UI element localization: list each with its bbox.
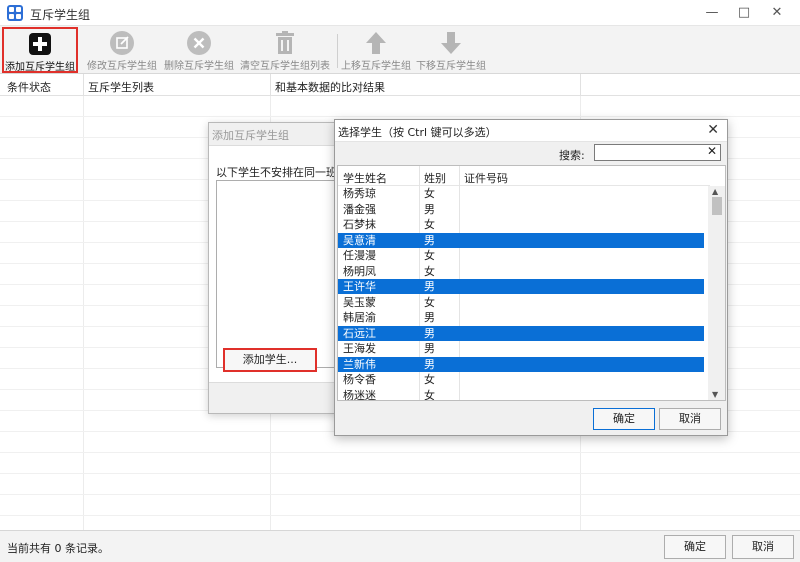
app-icon <box>7 5 23 21</box>
student-gender: 男 <box>424 280 435 293</box>
student-name: 王许华 <box>343 280 376 293</box>
student-row[interactable]: 吴玉蒙 女 <box>338 295 704 310</box>
scroll-thumb[interactable] <box>712 197 722 215</box>
student-gender: 男 <box>424 233 435 247</box>
edit-group-button[interactable]: 修改互斥学生组 <box>84 28 160 72</box>
column-header-gender[interactable]: 姓别 <box>424 170 446 186</box>
arrow-up-icon <box>366 32 386 54</box>
list-scrollbar[interactable]: ▲ ▼ <box>708 186 725 400</box>
maximize-icon[interactable]: □ <box>732 3 756 23</box>
student-row[interactable]: 兰新伟 男 <box>338 356 704 372</box>
column-header-status[interactable]: 条件状态 <box>7 79 51 95</box>
delete-group-button[interactable]: 删除互斥学生组 <box>161 28 237 72</box>
select-student-dialog: 选择学生（按 Ctrl 键可以多选） ✕ 搜索: ✕ 学生姓名 姓别 证件号码 … <box>334 119 728 436</box>
main-cancel-button[interactable]: 取消 <box>732 535 794 559</box>
group-rule-label: 以下学生不安排在同一班级 <box>216 166 348 179</box>
dialog-cancel-button[interactable]: 取消 <box>659 408 721 430</box>
move-down-button[interactable]: 下移互斥学生组 <box>415 28 487 72</box>
window-title: 互斥学生组 <box>30 8 91 22</box>
column-divider <box>580 74 581 96</box>
column-divider <box>270 74 271 96</box>
student-name: 石梦抹 <box>343 218 376 231</box>
student-gender: 女 <box>424 373 435 386</box>
student-gender: 女 <box>424 187 435 200</box>
student-name: 任漫漫 <box>343 249 376 262</box>
add-group-dialog: 添加互斥学生组 以下学生不安排在同一班级 添加学生... <box>208 122 348 414</box>
student-name: 石远江 <box>343 326 376 340</box>
student-name: 杨令香 <box>343 373 376 386</box>
student-row[interactable]: 杨迷迷 女 <box>338 388 704 401</box>
arrow-down-icon <box>441 32 461 54</box>
add-group-dialog-title: 添加互斥学生组 <box>212 129 289 142</box>
student-row[interactable]: 杨令香 女 <box>338 372 704 387</box>
title-bar: 互斥学生组 — □ ✕ <box>0 0 800 26</box>
column-header-id[interactable]: 证件号码 <box>464 170 508 186</box>
selected-students-list[interactable] <box>216 180 340 368</box>
student-row[interactable]: 王许华 男 <box>338 279 704 294</box>
toolbar-separator <box>337 34 338 68</box>
student-list-header: 学生姓名 姓别 证件号码 <box>338 166 710 186</box>
column-header-compare[interactable]: 和基本数据的比对结果 <box>275 79 385 95</box>
student-row[interactable]: 石远江 男 <box>338 325 704 341</box>
delete-icon <box>187 31 211 55</box>
student-name: 杨迷迷 <box>343 388 376 401</box>
student-gender: 女 <box>424 218 435 231</box>
move-up-button[interactable]: 上移互斥学生组 <box>340 28 412 72</box>
student-row[interactable]: 潘金强 男 <box>338 202 704 217</box>
student-row[interactable]: 吴意清 男 <box>338 232 704 248</box>
student-gender: 女 <box>424 249 435 262</box>
student-row[interactable]: 任漫漫 女 <box>338 248 704 263</box>
scroll-up-icon[interactable]: ▲ <box>712 187 718 196</box>
student-gender: 女 <box>424 295 435 309</box>
plus-icon <box>29 33 51 55</box>
student-row[interactable]: 杨秀琼 女 <box>338 186 704 201</box>
dialog-ok-button[interactable]: 确定 <box>593 408 655 430</box>
student-name: 韩居渝 <box>343 311 376 324</box>
student-name: 潘金强 <box>343 202 376 216</box>
grid-header: 条件状态 互斥学生列表 和基本数据的比对结果 <box>0 74 800 96</box>
student-row[interactable]: 韩居渝 男 <box>338 310 704 325</box>
student-name: 杨秀琼 <box>343 187 376 200</box>
student-name: 兰新伟 <box>343 357 376 371</box>
edit-icon <box>110 31 134 55</box>
add-student-button[interactable]: 添加学生... <box>223 348 317 372</box>
student-list[interactable]: 学生姓名 姓别 证件号码 杨秀琼女潘金强男石梦抹女吴意清男任漫漫女杨明凤女王许华… <box>337 165 726 401</box>
toolbar: 添加互斥学生组 修改互斥学生组 删除互斥学生组 清空互斥学生组列表 上移互斥学生… <box>0 26 800 74</box>
student-gender: 男 <box>424 326 435 340</box>
student-name: 吴意清 <box>343 233 376 247</box>
student-gender: 男 <box>424 202 435 216</box>
student-gender: 女 <box>424 264 435 278</box>
student-gender: 男 <box>424 357 435 371</box>
clear-search-icon[interactable]: ✕ <box>707 144 717 158</box>
student-name: 王海发 <box>343 342 376 355</box>
column-header-name[interactable]: 学生姓名 <box>343 170 387 186</box>
add-group-button[interactable]: 添加互斥学生组 <box>2 27 78 73</box>
student-name: 吴玉蒙 <box>343 295 376 309</box>
minimize-icon[interactable]: — <box>700 3 724 23</box>
student-gender: 男 <box>424 311 435 324</box>
column-divider <box>83 74 84 96</box>
student-gender: 男 <box>424 342 435 355</box>
column-header-students[interactable]: 互斥学生列表 <box>88 79 154 95</box>
student-row[interactable]: 石梦抹 女 <box>338 217 704 232</box>
clear-list-button[interactable]: 清空互斥学生组列表 <box>238 28 332 72</box>
record-count: 当前共有 0 条记录。 <box>7 542 109 555</box>
trash-icon <box>276 31 294 54</box>
close-icon[interactable]: ✕ <box>765 3 789 23</box>
search-input[interactable]: ✕ <box>594 144 721 161</box>
search-label: 搜索: <box>559 149 585 162</box>
student-row[interactable]: 王海发 男 <box>338 341 704 356</box>
main-ok-button[interactable]: 确定 <box>664 535 726 559</box>
select-student-dialog-title: 选择学生（按 Ctrl 键可以多选） <box>338 126 497 139</box>
student-gender: 女 <box>424 388 435 401</box>
status-bar: 当前共有 0 条记录。 确定 取消 <box>0 530 800 562</box>
student-name: 杨明凤 <box>343 264 376 278</box>
student-row[interactable]: 杨明凤 女 <box>338 264 704 279</box>
dialog-close-icon[interactable]: ✕ <box>707 122 719 138</box>
scroll-down-icon[interactable]: ▼ <box>712 390 718 399</box>
